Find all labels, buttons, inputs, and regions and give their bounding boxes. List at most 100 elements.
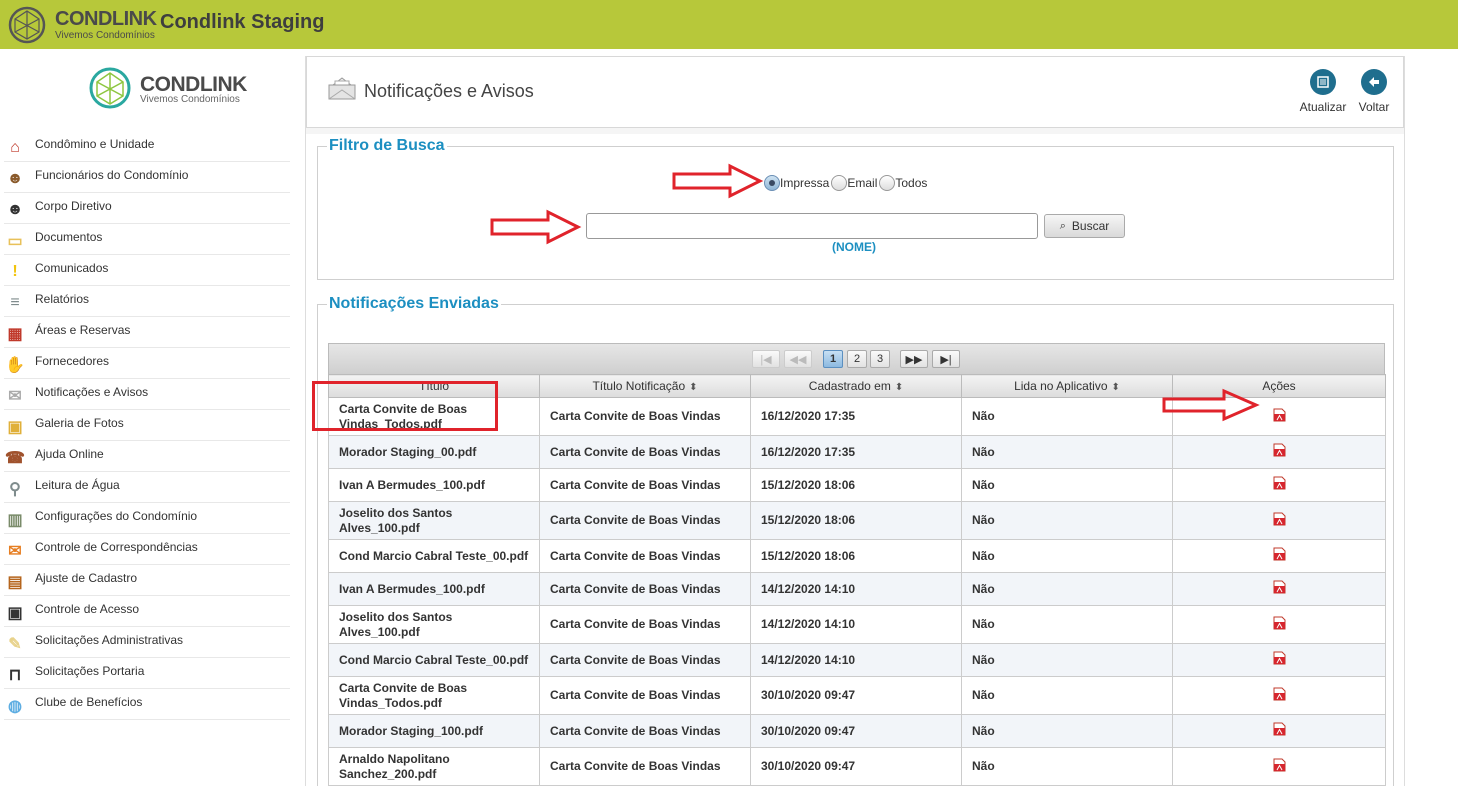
cell-notificacao: Carta Convite de Boas Vindas bbox=[539, 714, 751, 748]
cell-cadastrado: 14/12/2020 14:10 bbox=[750, 572, 962, 606]
annotation-highlight-box bbox=[312, 381, 498, 431]
search-input[interactable] bbox=[586, 213, 1038, 239]
cell-cadastrado: 16/12/2020 17:35 bbox=[750, 435, 962, 469]
cell-actions bbox=[1172, 714, 1386, 748]
sidebar-item-controle-de-acesso[interactable]: ▣ Controle de Acesso bbox=[4, 596, 290, 627]
cell-cadastrado: 16/12/2020 17:35 bbox=[750, 397, 962, 436]
table-row[interactable]: Arnaldo Napolitano Sanchez_200.pdf Carta … bbox=[328, 747, 1386, 786]
sidebar-item-corpo-diretivo[interactable]: ☻ Corpo Diretivo bbox=[4, 193, 290, 224]
page-header: Notificações e Avisos Atualizar Voltar bbox=[306, 56, 1404, 128]
pdf-download-icon[interactable] bbox=[1273, 547, 1286, 561]
sidebar-item-ajuda-online[interactable]: ☎ Ajuda Online bbox=[4, 441, 290, 472]
sidebar-item-documentos[interactable]: ▭ Documentos bbox=[4, 224, 290, 255]
pdf-download-icon[interactable] bbox=[1273, 651, 1286, 665]
sidebar-item-relatorios[interactable]: ≡ Relatórios bbox=[4, 286, 290, 317]
back-arrow-icon bbox=[1361, 69, 1387, 95]
radio-impressa-label[interactable]: Impressa bbox=[780, 176, 829, 190]
cell-cadastrado: 15/12/2020 18:06 bbox=[750, 468, 962, 502]
sidebar-item-label: Galeria de Fotos bbox=[35, 416, 124, 430]
pdf-download-icon[interactable] bbox=[1273, 616, 1286, 630]
sidebar-item-ajuste-de-cadastro[interactable]: ▤ Ajuste de Cadastro bbox=[4, 565, 290, 596]
sidebar-brand-tagline: Vivemos Condomínios bbox=[140, 94, 240, 105]
cell-cadastrado: 30/10/2020 09:47 bbox=[750, 747, 962, 786]
sidebar-item-label: Documentos bbox=[35, 230, 103, 244]
table-row[interactable]: Ivan A Bermudes_100.pdf Carta Convite de … bbox=[328, 468, 1386, 502]
table-row[interactable]: Joselito dos Santos Alves_100.pdf Carta C… bbox=[328, 605, 1386, 644]
pdf-download-icon[interactable] bbox=[1273, 722, 1286, 736]
back-button[interactable]: Voltar bbox=[1347, 69, 1401, 117]
last-page-button[interactable]: ▶| bbox=[932, 350, 960, 368]
radio-todos-label[interactable]: Todos bbox=[895, 176, 927, 190]
radio-email[interactable] bbox=[831, 175, 848, 191]
alert-icon: ! bbox=[12, 263, 18, 280]
sidebar-item-configuracoes-do-condominio[interactable]: ▥ Configurações do Condomínio bbox=[4, 503, 290, 534]
column-header-cadastrado-em[interactable]: Cadastrado em ⬍ bbox=[750, 374, 962, 398]
sidebar-item-condomino-e-unidade[interactable]: ⌂ Condômino e Unidade bbox=[4, 131, 290, 162]
table-row[interactable]: Morador Staging_100.pdf Carta Convite de … bbox=[328, 714, 1386, 748]
radio-todos[interactable] bbox=[879, 175, 896, 191]
sidebar-item-label: Relatórios bbox=[35, 292, 90, 306]
sidebar-item-clube-de-beneficios[interactable]: ◍ Clube de Benefícios bbox=[4, 689, 290, 720]
table-row[interactable]: Joselito dos Santos Alves_100.pdf Carta C… bbox=[328, 501, 1386, 540]
sidebar-item-solicitacoes-administrativas[interactable]: ✎ Solicitações Administrativas bbox=[4, 627, 290, 658]
sidebar-item-comunicados[interactable]: ! Comunicados bbox=[4, 255, 290, 286]
page-button-3[interactable]: 3 bbox=[870, 350, 890, 368]
search-button[interactable]: ⌕ Buscar bbox=[1044, 214, 1125, 238]
sidebar-item-areas-e-reservas[interactable]: ▦ Áreas e Reservas bbox=[4, 317, 290, 348]
sidebar-item-leitura-de-agua[interactable]: ⚲ Leitura de Água bbox=[4, 472, 290, 503]
cell-notificacao: Carta Convite de Boas Vindas bbox=[539, 539, 751, 573]
pdf-download-icon[interactable] bbox=[1273, 476, 1286, 490]
table-row[interactable]: Cond Marcio Cabral Teste_00.pdf Carta Con… bbox=[328, 643, 1386, 677]
pdf-download-icon[interactable] bbox=[1273, 687, 1286, 701]
pdf-download-icon[interactable] bbox=[1273, 408, 1286, 422]
photos-icon: ▣ bbox=[7, 419, 23, 436]
report-icon: ≡ bbox=[10, 294, 20, 311]
radio-impressa[interactable] bbox=[764, 175, 780, 191]
first-page-button[interactable]: |◀ bbox=[752, 350, 780, 368]
pdf-download-icon[interactable] bbox=[1273, 580, 1286, 594]
refresh-button[interactable]: Atualizar bbox=[1296, 69, 1350, 117]
sidebar-item-controle-de-correspondencias[interactable]: ✉ Controle de Correspondências bbox=[4, 534, 290, 565]
buildings-icon: ▥ bbox=[7, 512, 23, 529]
sidebar-item-galeria-de-fotos[interactable]: ▣ Galeria de Fotos bbox=[4, 410, 290, 441]
cell-actions bbox=[1172, 747, 1386, 786]
notifications-table: Título Título Notificação ⬍ Cadastrado em… bbox=[328, 374, 1386, 786]
cell-cadastrado: 14/12/2020 14:10 bbox=[750, 605, 962, 644]
cell-cadastrado: 15/12/2020 18:06 bbox=[750, 539, 962, 573]
sidebar-item-funcionarios-do-condominio[interactable]: ☻ Funcionários do Condomínio bbox=[4, 162, 290, 193]
next-page-button[interactable]: ▶▶ bbox=[900, 350, 928, 368]
table-row[interactable]: Ivan A Bermudes_100.pdf Carta Convite de … bbox=[328, 572, 1386, 606]
cell-lida: Não bbox=[961, 501, 1173, 540]
pdf-download-icon[interactable] bbox=[1273, 758, 1286, 772]
cell-cadastrado: 14/12/2020 14:10 bbox=[750, 643, 962, 677]
top-bar: CONDLINK Vivemos Condomínios Condlink St… bbox=[0, 0, 1458, 49]
column-header-lida-no-aplicativo[interactable]: Lida no Aplicativo ⬍ bbox=[961, 374, 1173, 398]
search-hint: (NOME) bbox=[832, 240, 876, 254]
sidebar-item-fornecedores[interactable]: ✋ Fornecedores bbox=[4, 348, 290, 379]
mail-icon: ✉ bbox=[8, 543, 22, 560]
radio-email-label[interactable]: Email bbox=[847, 176, 877, 190]
cell-cadastrado: 30/10/2020 09:47 bbox=[750, 676, 962, 715]
table-row[interactable]: Morador Staging_00.pdf Carta Convite de B… bbox=[328, 435, 1386, 469]
page-button-1[interactable]: 1 bbox=[823, 350, 843, 368]
page-button-2[interactable]: 2 bbox=[847, 350, 867, 368]
cell-lida: Não bbox=[961, 747, 1173, 786]
pager: |◀ ◀◀ 1 2 3 ▶▶ ▶| bbox=[328, 343, 1385, 374]
column-header-titulo-notificacao[interactable]: Título Notificação ⬍ bbox=[539, 374, 751, 398]
pdf-download-icon[interactable] bbox=[1273, 443, 1286, 457]
cell-titulo: Carta Convite de Boas Vindas_Todos.pdf bbox=[328, 676, 540, 715]
cell-lida: Não bbox=[961, 714, 1173, 748]
cell-titulo: Cond Marcio Cabral Teste_00.pdf bbox=[328, 539, 540, 573]
sidebar-item-notificacoes-e-avisos[interactable]: ✉ Notificações e Avisos bbox=[4, 379, 290, 410]
main-panel: Notificações e Avisos Atualizar Voltar F… bbox=[305, 56, 1405, 786]
support-icon: ☎ bbox=[5, 450, 25, 467]
cell-titulo: Joselito dos Santos Alves_100.pdf bbox=[328, 605, 540, 644]
sidebar-item-solicitacoes-portaria[interactable]: ⊓ Solicitações Portaria bbox=[4, 658, 290, 689]
prev-page-button[interactable]: ◀◀ bbox=[784, 350, 812, 368]
cell-notificacao: Carta Convite de Boas Vindas bbox=[539, 747, 751, 786]
table-row[interactable]: Cond Marcio Cabral Teste_00.pdf Carta Con… bbox=[328, 539, 1386, 573]
table-row[interactable]: Carta Convite de Boas Vindas_Todos.pdf Ca… bbox=[328, 676, 1386, 715]
pdf-download-icon[interactable] bbox=[1273, 512, 1286, 526]
refresh-label: Atualizar bbox=[1299, 100, 1347, 114]
cell-lida: Não bbox=[961, 605, 1173, 644]
